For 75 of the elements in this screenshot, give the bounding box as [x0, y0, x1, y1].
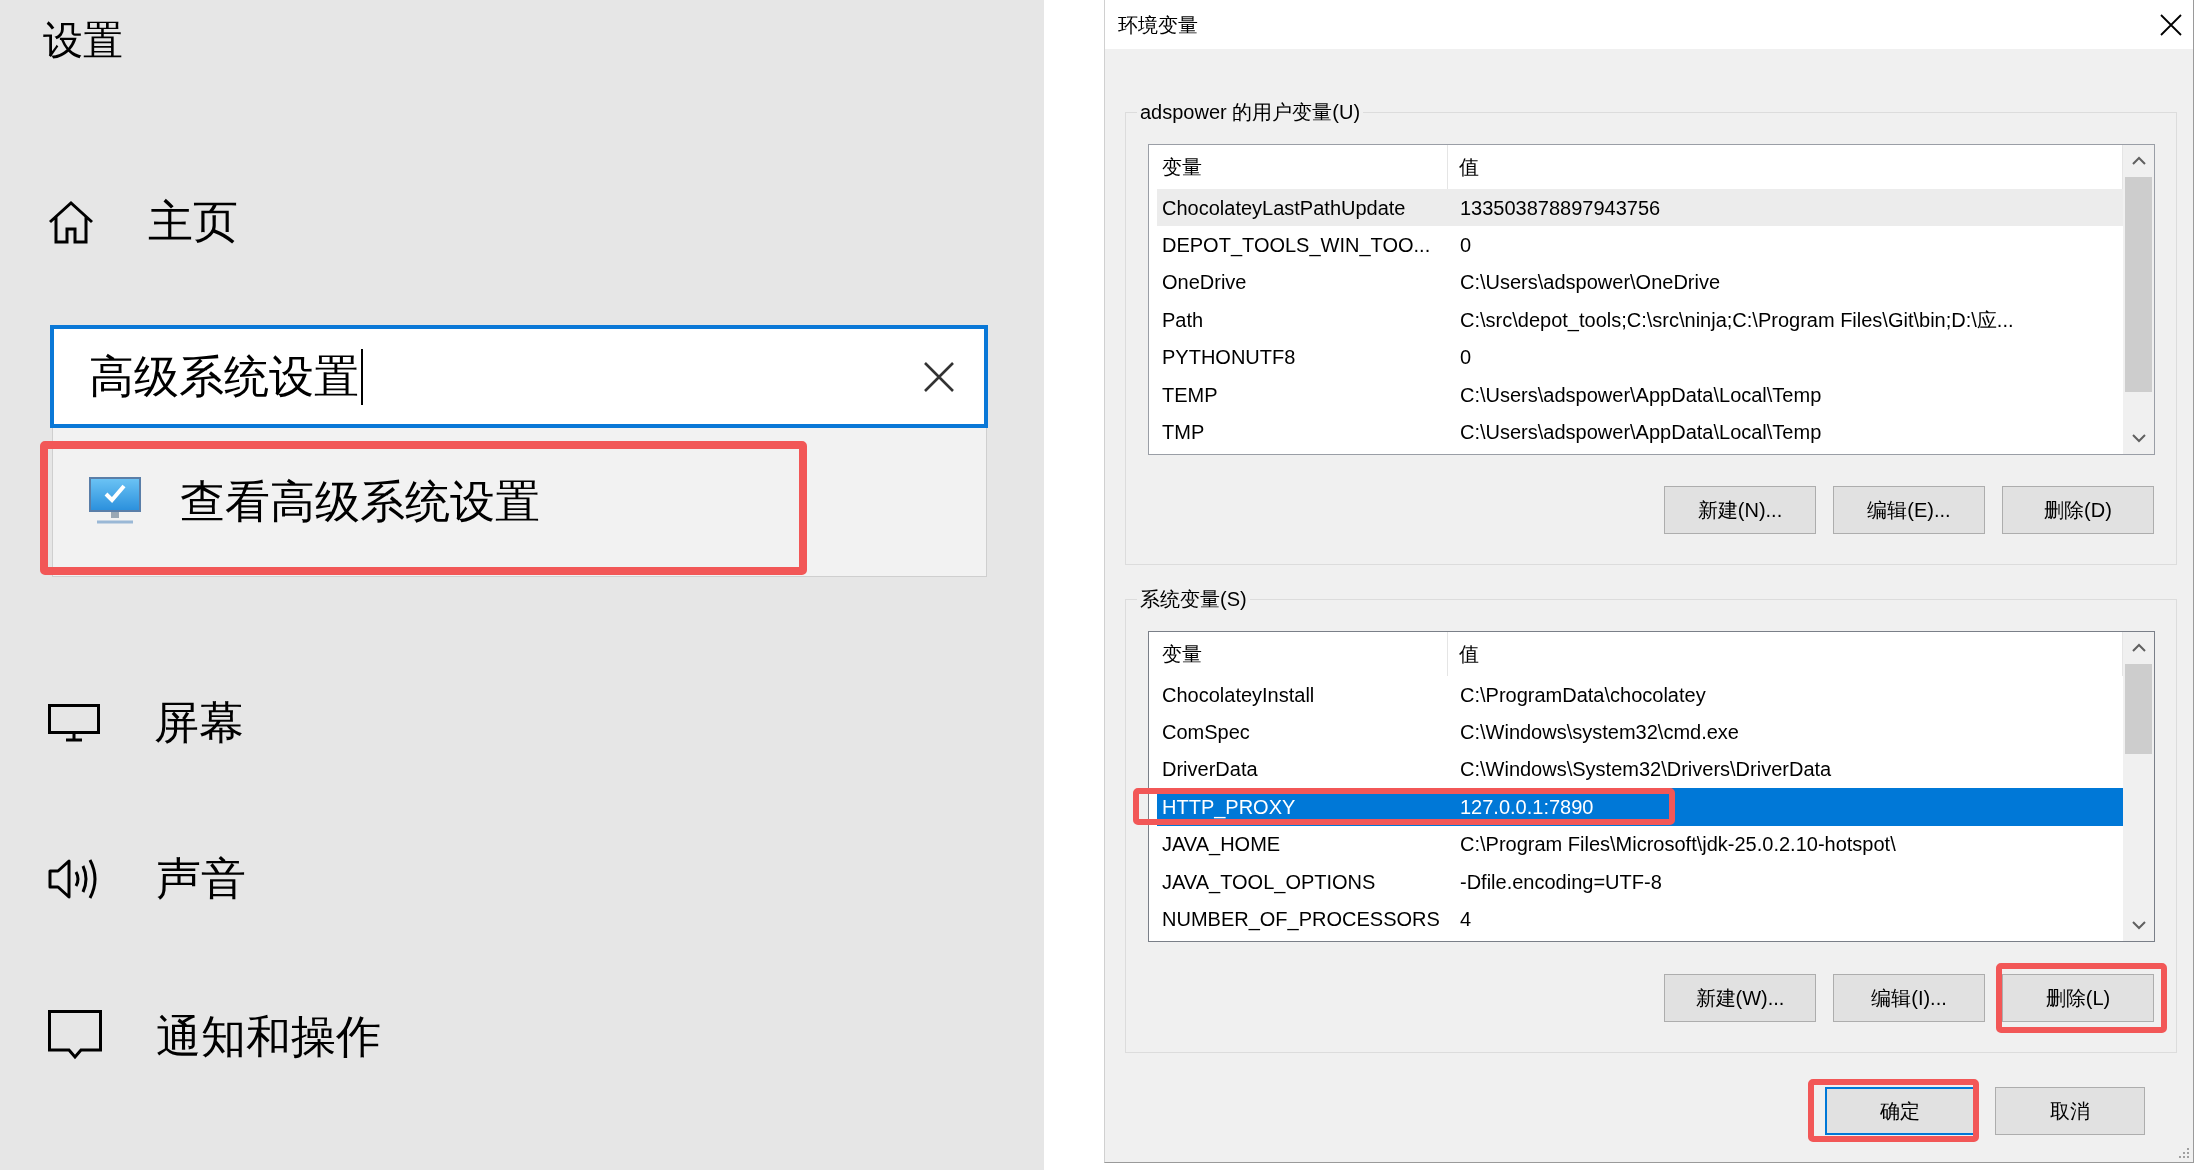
table-cell-text: 0 — [1459, 233, 1473, 259]
table-cell-text: C:\Windows\system32\cmd.exe — [1459, 720, 1740, 746]
chevron-up-icon[interactable] — [2131, 643, 2146, 652]
table-cell-text: HTTP_PROXY — [1161, 794, 1297, 820]
table-cell-text: 133503878897943756 — [1459, 195, 1662, 221]
edit-button[interactable]: 编辑(I)... — [1833, 974, 1985, 1022]
table-cell-text: 4 — [1459, 907, 1473, 933]
delete-button[interactable]: 删除(D) — [2002, 486, 2154, 534]
table-cell-text: ChocolateyLastPathUpdate — [1161, 195, 1407, 221]
nav-item[interactable]: 通知和操作 — [48, 1007, 381, 1067]
suggestion-item[interactable]: 查看高级系统设置 — [53, 472, 540, 532]
table-row[interactable]: OneDrive C:\Users\adspower\OneDrive — [1157, 263, 2123, 302]
table-cell-text: ComSpec — [1161, 720, 1251, 746]
table-cell-text: JAVA_TOOL_OPTIONS — [1161, 869, 1377, 895]
cancel-button[interactable]: 取消 — [1995, 1087, 2145, 1135]
table-cell-text: C:\Windows\System32\Drivers\DriverData — [1459, 757, 1833, 783]
group-label: adspower 的用户变量(U) — [1139, 100, 1362, 125]
resize-grip-icon[interactable] — [2178, 1147, 2190, 1159]
table-cell-text: ChocolateyInstall — [1161, 682, 1316, 708]
table-cell-text: OneDrive — [1161, 270, 1248, 296]
edit-button[interactable]: 编辑(E)... — [1833, 486, 1985, 534]
table-cell-text: DriverData — [1161, 757, 1259, 783]
scrollbar-thumb[interactable] — [2125, 177, 2152, 392]
new-button[interactable]: 新建(N)... — [1664, 486, 1816, 534]
nav-item[interactable]: 声音 — [48, 849, 246, 909]
table-cell-text: JAVA_HOME — [1161, 832, 1282, 858]
home-icon — [48, 200, 94, 244]
table-cell-text: 127.0.0.1:7890 — [1459, 794, 1595, 820]
monitor-icon — [48, 704, 100, 742]
scrollbar[interactable] — [2123, 145, 2154, 454]
search-field[interactable]: 高级系统设置 — [50, 325, 988, 428]
new-button[interactable]: 新建(W)... — [1664, 974, 1816, 1022]
window-title: 环境变量 — [1118, 12, 1198, 38]
chevron-up-icon[interactable] — [2131, 156, 2146, 165]
close-icon[interactable] — [923, 360, 955, 393]
nav-item[interactable]: 屏幕 — [48, 693, 244, 753]
table-cell-text: C:\ProgramData\chocolatey — [1459, 682, 1707, 708]
scrollbar-thumb[interactable] — [2125, 664, 2152, 754]
table-row[interactable]: TEMP C:\Users\adspower\AppData\Local\Temp — [1157, 375, 2123, 414]
table-cell-text: C:\Users\adspower\OneDrive — [1459, 270, 1722, 296]
table-row[interactable]: PYTHONUTF8 0 — [1157, 338, 2123, 376]
table-row[interactable]: JAVA_TOOL_OPTIONS -Dfile.encoding=UTF-8 — [1157, 862, 2123, 901]
text-cursor — [361, 348, 363, 405]
table-cell-text: -Dfile.encoding=UTF-8 — [1459, 869, 1663, 895]
nav-item[interactable]: 主页 — [48, 192, 238, 252]
table-row[interactable]: Path C:\src\depot_tools;C:\src\ninja;C:\Program Files\Git\bin;D:\应... — [1157, 301, 2123, 339]
table-cell-text: NUMBER_OF_PROCESSORS — [1161, 907, 1441, 933]
chevron-down-icon[interactable] — [2131, 921, 2146, 930]
close-icon[interactable] — [2160, 13, 2182, 36]
column-header[interactable]: 变量 — [1149, 632, 1448, 676]
table-cell-text: TMP — [1161, 420, 1206, 446]
table-cell-text: PYTHONUTF8 — [1161, 345, 1297, 371]
table-row[interactable]: JAVA_HOME C:\Program Files\Microsoft\jdk-25.0.2.10-hotspot\ — [1157, 825, 2123, 863]
table-cell-text: DEPOT_TOOLS_WIN_TOO... — [1161, 233, 1432, 259]
table-cell-text: C:\Users\adspower\AppData\Local\Temp — [1459, 382, 1823, 408]
table-cell-text: Path — [1161, 307, 1205, 333]
table-row[interactable]: ChocolateyInstall C:\ProgramData\chocolatey — [1157, 676, 2123, 714]
scrollbar[interactable] — [2123, 632, 2154, 941]
table-cell-text: C:\Program Files\Microsoft\jdk-25.0.2.10-hotspot\ — [1459, 832, 1897, 858]
delete-button[interactable]: 删除(L) — [2002, 974, 2154, 1022]
table-row[interactable]: DEPOT_TOOLS_WIN_TOO... 0 — [1157, 226, 2123, 264]
table-cell-text: C:\Users\adspower\AppData\Local\Temp — [1459, 420, 1823, 446]
group-label: 系统变量(S) — [1139, 587, 1248, 612]
table-row[interactable]: DriverData C:\Windows\System32\Drivers\DriverData — [1157, 750, 2123, 789]
monitor-check-icon — [89, 477, 141, 527]
ok-button[interactable]: 确定 — [1825, 1087, 1975, 1135]
table-row[interactable]: NUMBER_OF_PROCESSORS 4 — [1157, 900, 2123, 938]
panel-title: 设置 — [43, 17, 123, 64]
table-row[interactable]: ChocolateyLastPathUpdate 133503878897943756 — [1157, 189, 2123, 227]
chevron-down-icon[interactable] — [2131, 434, 2146, 443]
table-cell-text: C:\src\depot_tools;C:\src\ninja;C:\Program Files\Git\bin;D:\应... — [1459, 307, 2015, 333]
table-row[interactable]: ComSpec C:\Windows\system32\cmd.exe — [1157, 713, 2123, 751]
table-row[interactable]: TMP C:\Users\adspower\AppData\Local\Temp — [1157, 413, 2123, 451]
table-cell-text: TEMP — [1161, 382, 1219, 408]
table-cell-text: 0 — [1459, 345, 1473, 371]
